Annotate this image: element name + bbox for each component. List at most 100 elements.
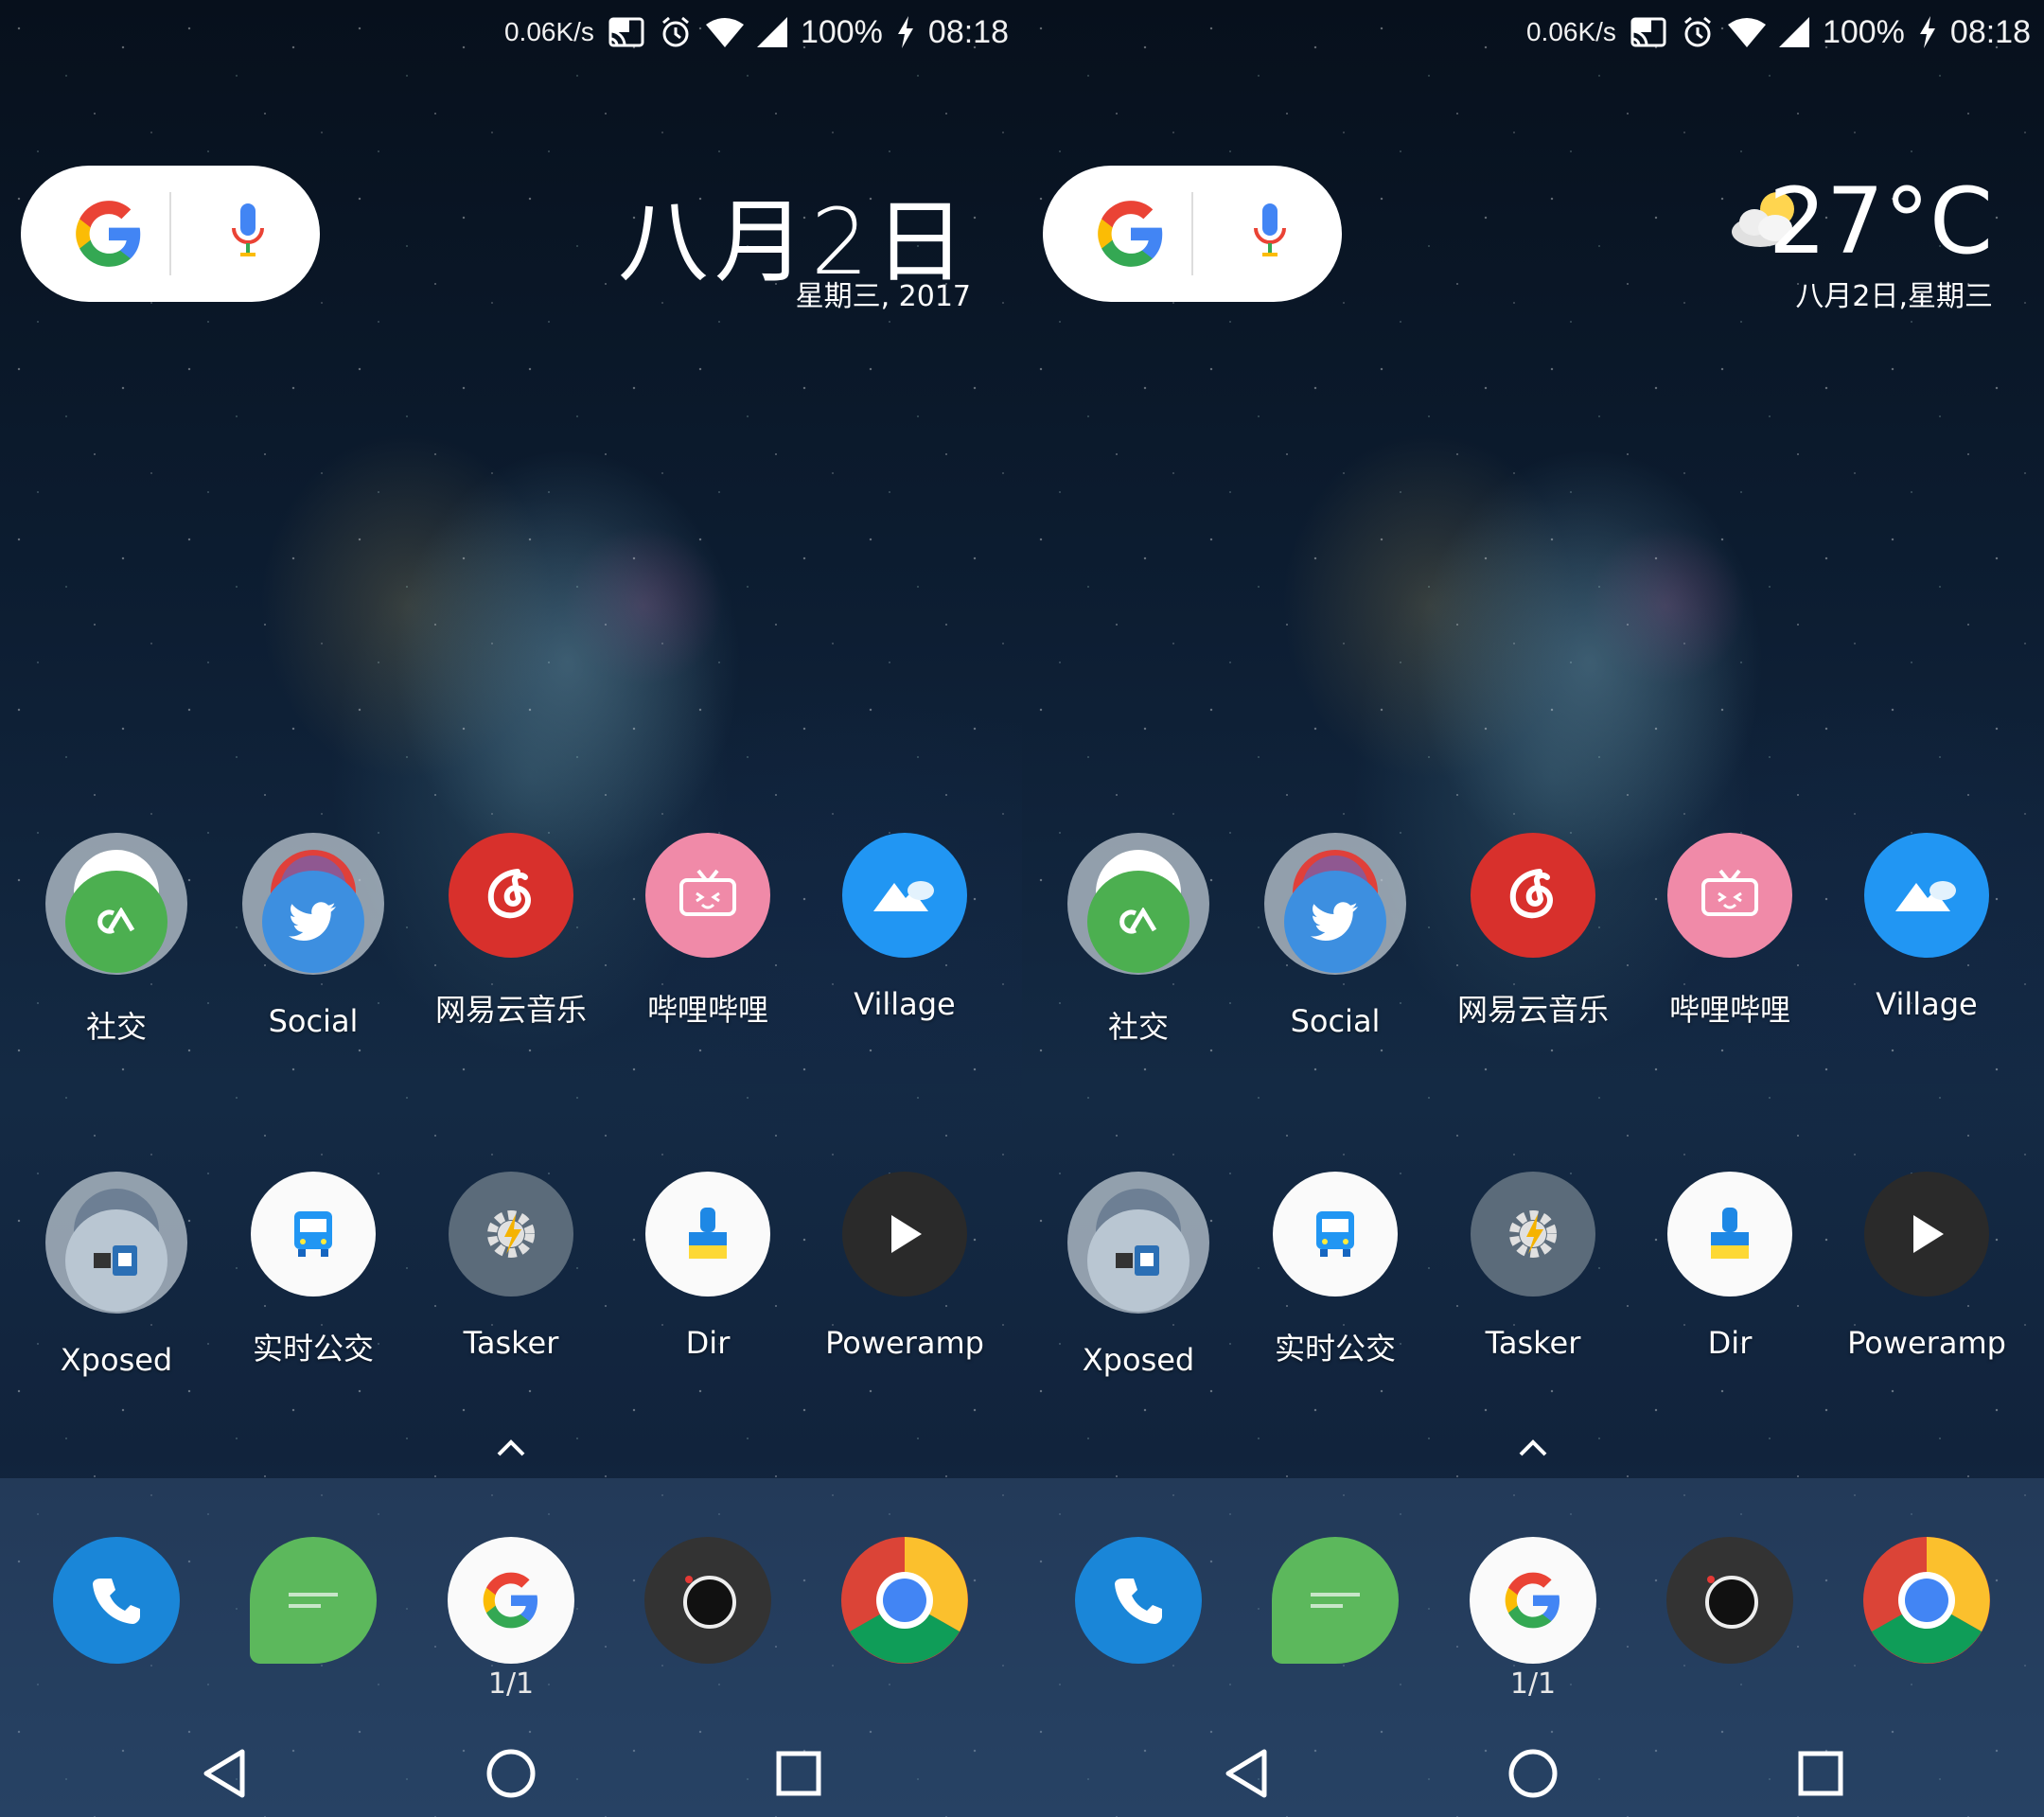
app-realtime-bus[interactable]: 实时公交	[219, 1172, 408, 1368]
alarm-icon	[1681, 15, 1715, 49]
dock-phone[interactable]	[22, 1537, 211, 1664]
recents-icon[interactable]	[761, 1736, 837, 1811]
cast-icon	[1630, 16, 1667, 48]
app-poweramp[interactable]: Poweramp	[810, 1172, 999, 1361]
dock-chrome[interactable]	[810, 1537, 999, 1664]
divider	[1191, 192, 1193, 275]
app-tasker[interactable]: Tasker	[416, 1172, 606, 1361]
wifi-icon	[705, 17, 744, 47]
home-icon[interactable]	[1495, 1736, 1571, 1811]
broom-icon	[645, 1172, 770, 1297]
google-icon	[448, 1537, 574, 1664]
google-search-widget[interactable]	[1043, 166, 1342, 302]
google-icon	[1470, 1537, 1596, 1664]
wifi-icon	[1727, 17, 1766, 47]
signal-icon	[1778, 17, 1809, 47]
dock-camera[interactable]	[1635, 1537, 1824, 1664]
folder-icon	[45, 1172, 187, 1314]
app-label: Xposed	[1082, 1342, 1195, 1378]
gear-icon	[449, 1172, 573, 1297]
app-netease-music[interactable]: 网易云音乐	[416, 833, 606, 1030]
alarm-icon	[659, 15, 693, 49]
charging-icon	[1918, 16, 1937, 48]
play-icon	[842, 1172, 967, 1297]
camera-icon	[1666, 1537, 1793, 1664]
status-bar: 0.06K/s 100% 08:18	[1526, 11, 2031, 53]
clock: 08:18	[927, 13, 1009, 50]
app-label: 哔哩哔哩	[646, 992, 768, 1028]
app-label: 社交	[85, 1009, 147, 1045]
bilibili-tv-icon	[645, 833, 770, 958]
app-poweramp[interactable]: Poweramp	[1832, 1172, 2021, 1361]
home-icon[interactable]	[473, 1736, 549, 1811]
mic-icon[interactable]	[229, 202, 267, 266]
messages-icon	[250, 1537, 377, 1664]
weather-date: 八月2日,星期三	[1795, 280, 1993, 313]
app-bilibili[interactable]: 哔哩哔哩	[1635, 833, 1824, 1030]
app-xposed-folder[interactable]: Xposed	[1044, 1172, 1233, 1378]
signal-icon	[756, 17, 787, 47]
back-icon[interactable]	[1207, 1736, 1283, 1811]
dock-google[interactable]	[416, 1537, 606, 1664]
back-icon[interactable]	[185, 1736, 261, 1811]
divider	[169, 192, 171, 275]
mountain-cloud-icon	[1864, 833, 1989, 958]
broom-icon	[1667, 1172, 1792, 1297]
app-label: Tasker	[1485, 1325, 1581, 1361]
recents-icon[interactable]	[1783, 1736, 1859, 1811]
app-label: 实时公交	[252, 1331, 374, 1367]
folder-icon	[1067, 1172, 1209, 1314]
app-dir[interactable]: Dir	[1635, 1172, 1824, 1361]
app-realtime-bus[interactable]: 实时公交	[1241, 1172, 1430, 1368]
mic-icon[interactable]	[1251, 202, 1289, 266]
phone-icon	[53, 1537, 180, 1664]
app-label: Poweramp	[825, 1325, 984, 1361]
netease-music-icon	[1471, 833, 1595, 958]
google-icon	[73, 198, 145, 273]
app-social-folder[interactable]: Social	[1241, 833, 1430, 1039]
app-tasker[interactable]: Tasker	[1438, 1172, 1628, 1361]
play-icon	[1864, 1172, 1989, 1297]
app-bilibili[interactable]: 哔哩哔哩	[613, 833, 802, 1030]
app-social-folder[interactable]: Social	[219, 833, 408, 1039]
dock-google[interactable]	[1438, 1537, 1628, 1664]
app-label: Village	[1876, 986, 1978, 1022]
app-label: 网易云音乐	[1456, 992, 1609, 1028]
network-speed: 0.06K/s	[1525, 17, 1616, 46]
app-village[interactable]: Village	[810, 833, 999, 1022]
app-label: Dir	[685, 1325, 731, 1361]
messages-icon	[1272, 1537, 1399, 1664]
navigation-bar	[0, 1722, 1022, 1817]
app-xposed-folder[interactable]: Xposed	[22, 1172, 211, 1378]
app-village[interactable]: Village	[1832, 833, 2021, 1022]
app-label: Dir	[1707, 1325, 1753, 1361]
app-label: 社交	[1107, 1009, 1169, 1045]
weather-temperature[interactable]: 27°C	[1769, 168, 1993, 274]
network-speed: 0.06K/s	[503, 17, 594, 46]
clock: 08:18	[1949, 13, 2031, 50]
dock-messages[interactable]	[219, 1537, 408, 1664]
app-drawer-chevron-up-icon[interactable]	[1518, 1438, 1548, 1461]
mountain-cloud-icon	[842, 833, 967, 958]
chrome-icon	[1863, 1537, 1990, 1664]
date-widget-small: 星期三, 2017	[795, 280, 971, 313]
app-label: Village	[854, 986, 956, 1022]
dock-messages[interactable]	[1241, 1537, 1430, 1664]
battery-percent: 100%	[800, 13, 883, 50]
app-netease-music[interactable]: 网易云音乐	[1438, 833, 1628, 1030]
app-dir[interactable]: Dir	[613, 1172, 802, 1361]
dock-camera[interactable]	[613, 1537, 802, 1664]
google-icon	[1095, 198, 1167, 273]
dock-phone[interactable]	[1044, 1537, 1233, 1664]
app-label: 实时公交	[1274, 1331, 1396, 1367]
google-search-widget[interactable]	[21, 166, 320, 302]
netease-music-icon	[449, 833, 573, 958]
phone-icon	[1075, 1537, 1202, 1664]
app-social-folder-cn[interactable]: 社交	[22, 833, 211, 1047]
app-label: 网易云音乐	[434, 992, 587, 1028]
app-social-folder-cn[interactable]: 社交	[1044, 833, 1233, 1047]
app-drawer-chevron-up-icon[interactable]	[496, 1438, 526, 1461]
camera-icon	[644, 1537, 771, 1664]
app-label: 哔哩哔哩	[1668, 992, 1790, 1028]
dock-chrome[interactable]	[1832, 1537, 2021, 1664]
